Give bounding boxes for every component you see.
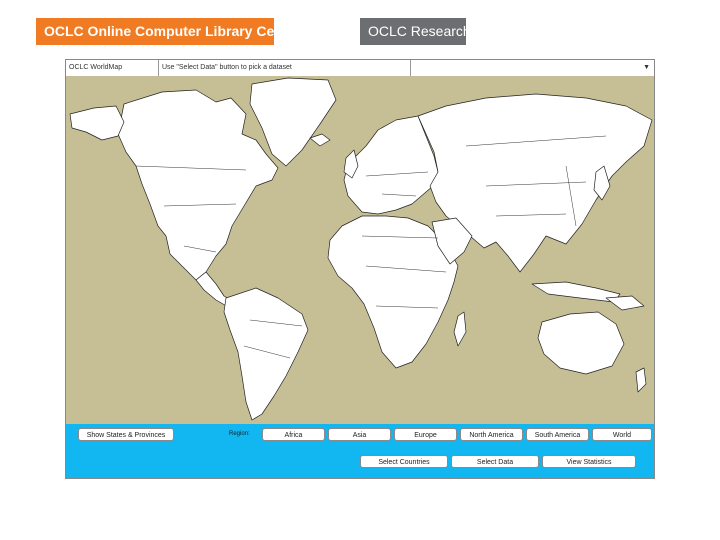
region-button-world[interactable]: World <box>592 428 652 441</box>
region-button-europe[interactable]: Europe <box>394 428 457 441</box>
select-data-button[interactable]: Select Data <box>451 455 539 468</box>
map-toolbar: Show States & Provinces Region: Africa A… <box>66 424 654 478</box>
dataset-select[interactable]: ▼ <box>411 60 654 76</box>
oclc-research-logo: OCLC Research <box>360 18 471 45</box>
oclc-logo: OCLC Online Computer Library Center <box>36 18 301 45</box>
country-north-america[interactable] <box>117 89 279 281</box>
region-button-north-america[interactable]: North America <box>460 428 523 441</box>
chevron-down-icon[interactable]: ▼ <box>643 60 650 76</box>
world-map[interactable] <box>66 76 654 424</box>
region-button-africa[interactable]: Africa <box>262 428 325 441</box>
app-title: OCLC WorldMap <box>66 60 159 76</box>
region-button-asia[interactable]: Asia <box>328 428 391 441</box>
worldmap-app: OCLC WorldMap Use "Select Data" button t… <box>65 59 655 479</box>
region-button-south-america[interactable]: South America <box>526 428 589 441</box>
select-countries-button[interactable]: Select Countries <box>360 455 448 468</box>
country-south-america[interactable] <box>223 287 309 421</box>
country-australia[interactable] <box>537 311 625 375</box>
country-madagascar[interactable] <box>453 311 467 347</box>
region-label: Region: <box>229 431 250 437</box>
show-states-button[interactable]: Show States & Provinces <box>78 428 174 441</box>
country-iceland[interactable] <box>309 133 331 147</box>
view-statistics-button[interactable]: View Statistics <box>542 455 636 468</box>
country-new-guinea[interactable] <box>605 295 645 311</box>
world-map-canvas[interactable] <box>66 76 654 424</box>
status-message: Use "Select Data" button to pick a datas… <box>159 60 411 76</box>
country-alaska[interactable] <box>69 105 125 141</box>
country-new-zealand[interactable] <box>635 367 647 393</box>
app-header: OCLC WorldMap Use "Select Data" button t… <box>66 60 654 77</box>
